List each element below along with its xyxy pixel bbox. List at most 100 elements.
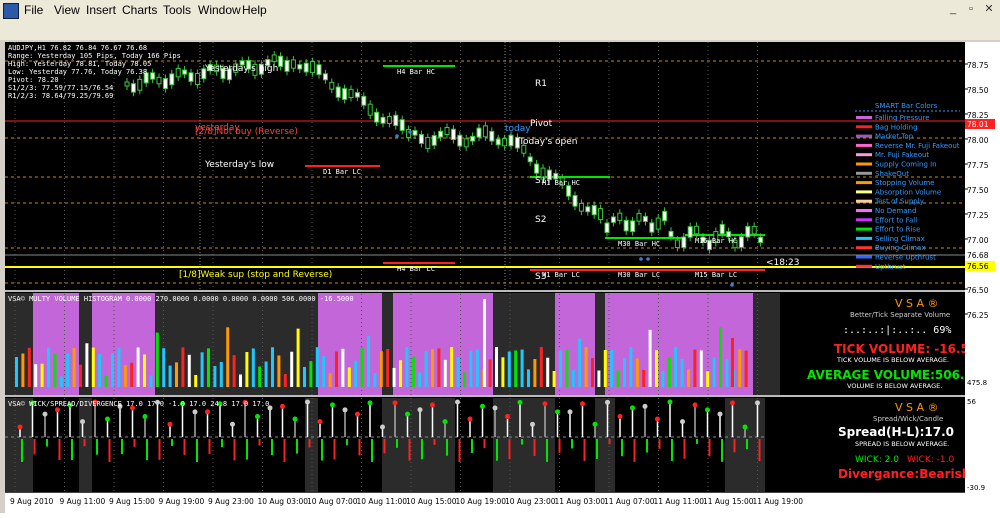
candle-body: [591, 205, 597, 216]
spread-dot: [430, 402, 435, 408]
candle-body: [470, 135, 476, 142]
chart-area[interactable]: AUDJPY,H1 76.82 76.84 76.67 76.68 Range:…: [5, 42, 965, 513]
menu-view[interactable]: View: [54, 3, 80, 17]
spread-dot: [467, 416, 473, 422]
menu-file[interactable]: File: [24, 3, 43, 17]
spread-dot: [367, 400, 373, 406]
spread-dot: [317, 419, 323, 425]
info-line-4: Low: Yesterday 77.76, Today 76.38: [8, 68, 147, 76]
price-tick: 77.75: [967, 161, 989, 170]
time-tick: 11 Aug 07:00: [604, 497, 655, 506]
spread-dot: [580, 401, 585, 407]
volume-bar: [495, 347, 498, 387]
minimize-icon[interactable]: _: [945, 2, 961, 16]
volume-bar: [661, 370, 665, 387]
volume-bar: [226, 327, 230, 387]
legend-swatch: [856, 171, 872, 175]
menu-insert[interactable]: Insert: [86, 3, 116, 17]
spread-dot: [692, 402, 698, 408]
volume-bar: [360, 347, 364, 387]
app-icon: [3, 3, 19, 19]
menu-charts[interactable]: Charts: [122, 3, 157, 17]
signal-dot: [408, 130, 412, 134]
volume-bar: [655, 350, 658, 387]
time-tick: 9 Aug 11:00: [60, 497, 106, 506]
volume-bar: [264, 361, 268, 387]
spread-dot: [505, 413, 510, 419]
volume-bar: [34, 364, 38, 387]
spread-dot: [517, 399, 523, 405]
candle-body: [393, 114, 399, 127]
volume-bar: [245, 352, 249, 387]
volume-bar: [392, 367, 396, 387]
restore-icon[interactable]: ▫: [963, 2, 979, 16]
spread-dot: [667, 399, 673, 405]
candle-body: [335, 86, 341, 98]
volume-bar: [66, 353, 70, 387]
menu-window[interactable]: Window: [198, 3, 241, 17]
candle-body: [412, 130, 418, 136]
spread-dot: [17, 424, 23, 430]
candle-body: [124, 81, 130, 87]
legend-swatch: [856, 227, 872, 231]
candle-body: [751, 225, 757, 235]
volume-bar: [437, 348, 441, 387]
wick-brand: V S A ®: [895, 401, 939, 414]
volume-bar: [21, 353, 25, 387]
today-label: today: [505, 124, 531, 134]
volume-bar: [635, 358, 639, 387]
candle-body: [175, 67, 181, 78]
spread-dot: [392, 400, 398, 406]
candle-body: [182, 69, 188, 75]
time-tick: 11 Aug 11:00: [654, 497, 705, 506]
spread-dot: [705, 407, 710, 413]
volume-bar: [47, 347, 50, 387]
price-tick: 78.00: [967, 136, 989, 145]
volume-bar: [290, 351, 294, 387]
menu-tools[interactable]: Tools: [163, 3, 191, 17]
volume-bar: [706, 371, 710, 387]
time-tick: 10 Aug 15:00: [406, 497, 457, 506]
volume-bar: [15, 357, 18, 387]
volume-bar: [443, 359, 447, 387]
info-line-1: AUDJPY,H1 76.82 76.84 76.67 76.68: [8, 44, 147, 52]
legend-item: ShakeOut: [875, 170, 909, 178]
legend-item: Falling Pressure: [875, 114, 930, 122]
volume-bar: [258, 366, 262, 387]
price-tick: 76.50: [967, 286, 989, 295]
pivot-label: Pivot: [530, 119, 553, 129]
close-icon[interactable]: ✕: [981, 2, 997, 16]
volume-bar: [539, 347, 543, 387]
legend-swatch: [856, 153, 872, 157]
volume-bar: [296, 328, 300, 387]
spread-dot: [730, 400, 735, 406]
volume-axis-top: 475.8: [967, 379, 987, 387]
legend-item: Stopping Volume: [875, 179, 934, 187]
candle-body: [322, 73, 328, 81]
legend-item: Selling Climax: [875, 235, 925, 243]
volume-bar: [469, 350, 473, 387]
volume-bar: [117, 348, 121, 387]
signal-dot: [730, 283, 734, 287]
wick-axis-bottom: -30.9: [967, 484, 985, 492]
spread-dot: [530, 421, 535, 427]
volume-bar: [379, 351, 383, 387]
spread-dot: [742, 424, 748, 430]
spread-dot: [230, 421, 235, 427]
volume-bar: [149, 375, 153, 387]
volume-bar: [411, 356, 415, 387]
price-axis: 78.75 78.50 78.25 78.00 77.75 77.50 77.25 77.00…: [965, 42, 1000, 513]
candle-body: [738, 236, 744, 248]
resistance-tag: 78.01: [967, 120, 989, 129]
info-line-2: Range: Yesterday 105 Pips, Today 166 Pip…: [8, 52, 181, 60]
volume-bar: [219, 361, 223, 387]
volume-bar: [143, 354, 146, 387]
volume-bar: [367, 336, 370, 387]
time-tick: 10 Aug 07:00: [307, 497, 358, 506]
spread-dot: [442, 419, 448, 425]
menu-help[interactable]: Help: [242, 3, 267, 17]
candle-body: [278, 55, 284, 67]
volume-bar: [584, 347, 588, 387]
candle-body: [758, 236, 764, 244]
spread-dot: [717, 411, 723, 417]
